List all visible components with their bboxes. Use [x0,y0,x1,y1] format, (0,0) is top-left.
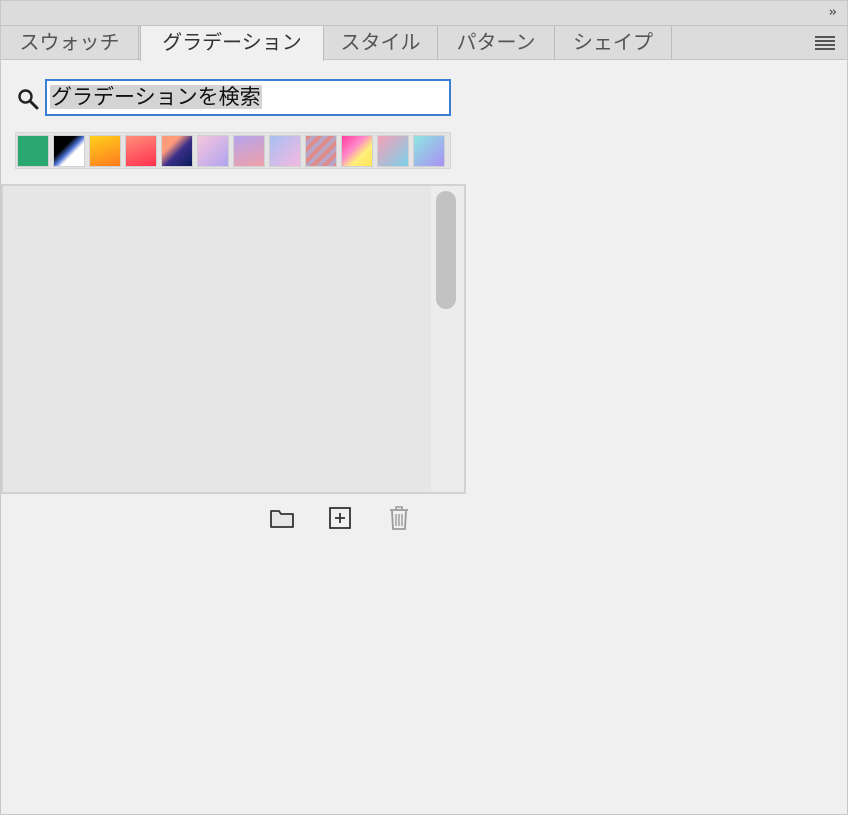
tab-swatches[interactable]: スウォッチ [1,26,139,60]
panel-header-bar: ›› [1,1,847,26]
tab-bar: スウォッチ グラデーション スタイル パターン シェイプ [1,26,847,61]
tab-gradients[interactable]: グラデーション [140,26,324,61]
gradient-swatch-cyan-violet[interactable] [413,135,445,167]
gradient-swatch-pink-cyan[interactable] [377,135,409,167]
gradient-swatch-navy-orange[interactable] [161,135,193,167]
gradient-swatch-strip [15,132,451,169]
search-input[interactable]: グラデーションを検索 [45,79,451,116]
gradient-swatch-red-pink[interactable] [125,135,157,167]
gradient-swatch-green[interactable] [17,135,49,167]
tab-patterns[interactable]: パターン [438,26,555,60]
add-icon[interactable] [326,504,354,532]
collapse-panel-button[interactable]: ›› [829,4,838,22]
search-input-text: グラデーションを検索 [50,85,262,109]
gradient-swatch-pink-lilac[interactable] [197,135,229,167]
gradient-swatch-rose-stripes[interactable] [305,135,337,167]
gradient-list-area [1,184,466,494]
gradient-swatch-black-white[interactable] [53,135,85,167]
tab-shapes[interactable]: シェイプ [555,26,672,60]
gradient-swatch-periwinkle-pink[interactable] [269,135,301,167]
hamburger-menu-icon[interactable] [815,36,835,50]
gradient-swatch-magenta-yellow[interactable] [341,135,373,167]
search-icon[interactable] [17,88,39,110]
tab-styles[interactable]: スタイル [324,26,438,60]
trash-icon[interactable] [385,504,413,532]
scrollbar-track[interactable] [431,186,464,492]
folder-icon[interactable] [268,504,296,532]
gradient-swatch-orange-yellow[interactable] [89,135,121,167]
scrollbar-thumb[interactable] [436,191,456,309]
gradient-swatch-lilac-rose[interactable] [233,135,265,167]
